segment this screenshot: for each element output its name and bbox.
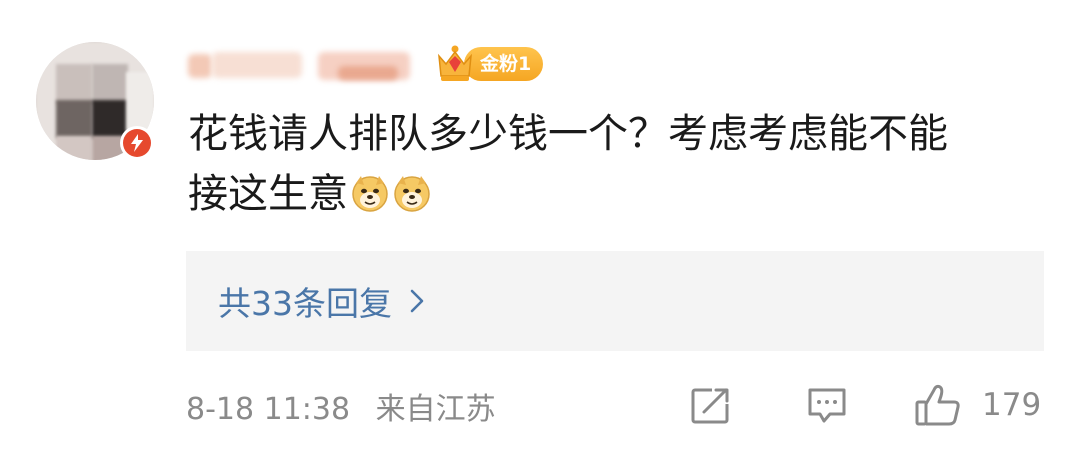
verified-badge	[120, 126, 154, 160]
comment-footer: 8-18 11:38 来自江苏 179	[186, 380, 1046, 432]
comment-line-2-text: 接这生意	[188, 171, 348, 217]
comment-icon	[808, 388, 846, 423]
thumbs-up-icon	[915, 384, 960, 426]
fan-level-badge: 金粉1	[436, 44, 544, 84]
replies-label: 共33条回复	[218, 284, 392, 323]
doge-emoji-1	[350, 170, 390, 212]
location: 来自江苏	[375, 392, 496, 427]
fan-badge-label: 金粉1	[464, 47, 544, 81]
comment-meta: 8-18 11:38 来自江苏	[186, 384, 512, 428]
comment-line-1: 花钱请人排队多少钱一个？考虑考虑能不能	[188, 111, 948, 157]
share-icon	[691, 386, 732, 424]
like-count: 179	[982, 387, 1042, 423]
reply-button[interactable]	[806, 386, 848, 434]
username[interactable]	[188, 44, 420, 84]
like-button[interactable]: 179	[914, 382, 1041, 428]
doge-emoji-2	[392, 170, 432, 212]
share-button[interactable]	[690, 386, 732, 434]
comment-line-2: 接这生意	[188, 164, 1058, 224]
crown-icon	[436, 44, 474, 84]
chevron-right-icon	[410, 282, 424, 321]
timestamp: 8-18 11:38	[186, 392, 351, 427]
user-avatar[interactable]	[36, 14, 154, 184]
view-replies-button[interactable]: 共33条回复	[186, 251, 1044, 351]
comment-text: 花钱请人排队多少钱一个？考虑考虑能不能 接这生意	[188, 104, 1058, 224]
lightning-icon	[123, 129, 151, 157]
